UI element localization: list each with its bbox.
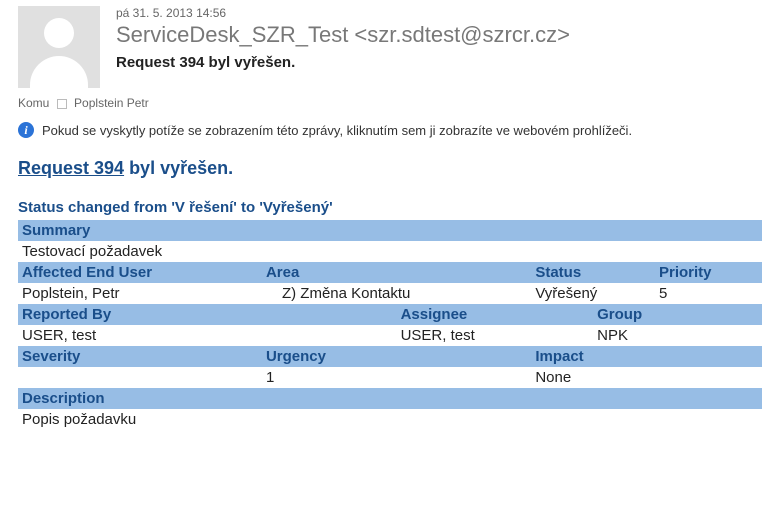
value-description: Popis požadavku — [18, 409, 762, 430]
title-rest: byl vyřešen. — [124, 158, 233, 178]
to-recipient: Poplstein Petr — [74, 96, 149, 110]
label-summary: Summary — [18, 220, 762, 241]
recipient-box-icon — [57, 99, 67, 109]
label-status: Status — [531, 262, 655, 283]
value-status: Vyřešený — [531, 283, 655, 304]
label-group: Group — [593, 304, 762, 325]
details-table: Summary Testovací požadavek Affected End… — [18, 220, 762, 430]
label-impact: Impact — [531, 346, 762, 367]
email-from: ServiceDesk_SZR_Test <szr.sdtest@szrcr.c… — [116, 22, 570, 48]
avatar-placeholder — [18, 6, 100, 88]
email-date: pá 31. 5. 2013 14:56 — [116, 6, 570, 20]
info-icon: i — [18, 122, 34, 138]
body-title: Request 394 byl vyřešen. — [18, 158, 762, 179]
info-text: Pokud se vyskytly potíže se zobrazením t… — [42, 123, 632, 138]
label-area: Area — [262, 262, 531, 283]
label-assignee: Assignee — [397, 304, 594, 325]
value-impact: None — [531, 367, 762, 388]
label-reported-by: Reported By — [18, 304, 397, 325]
email-subject: Request 394 byl vyřešen. — [116, 54, 570, 71]
value-area: Z) Změna Kontaktu — [262, 283, 531, 304]
value-summary: Testovací požadavek — [18, 241, 762, 262]
request-link[interactable]: Request 394 — [18, 158, 124, 178]
label-description: Description — [18, 388, 762, 409]
value-affected-end-user: Poplstein, Petr — [18, 283, 262, 304]
status-change-line: Status changed from 'V řešení' to 'Vyřeš… — [18, 199, 762, 216]
label-severity: Severity — [18, 346, 262, 367]
value-urgency: 1 — [262, 367, 531, 388]
value-reported-by: USER, test — [18, 325, 397, 346]
label-affected-end-user: Affected End User — [18, 262, 262, 283]
header-text: pá 31. 5. 2013 14:56 ServiceDesk_SZR_Tes… — [100, 6, 570, 88]
to-line: Komu Poplstein Petr — [0, 92, 780, 116]
label-priority: Priority — [655, 262, 762, 283]
email-body: Request 394 byl vyřešen. Status changed … — [0, 158, 780, 448]
label-urgency: Urgency — [262, 346, 531, 367]
value-priority: 5 — [655, 283, 762, 304]
info-bar[interactable]: i Pokud se vyskytly potíže se zobrazením… — [0, 116, 780, 158]
value-severity — [18, 367, 262, 388]
email-header: pá 31. 5. 2013 14:56 ServiceDesk_SZR_Tes… — [0, 0, 780, 92]
value-assignee: USER, test — [397, 325, 594, 346]
to-label: Komu — [18, 96, 49, 110]
value-group: NPK — [593, 325, 762, 346]
